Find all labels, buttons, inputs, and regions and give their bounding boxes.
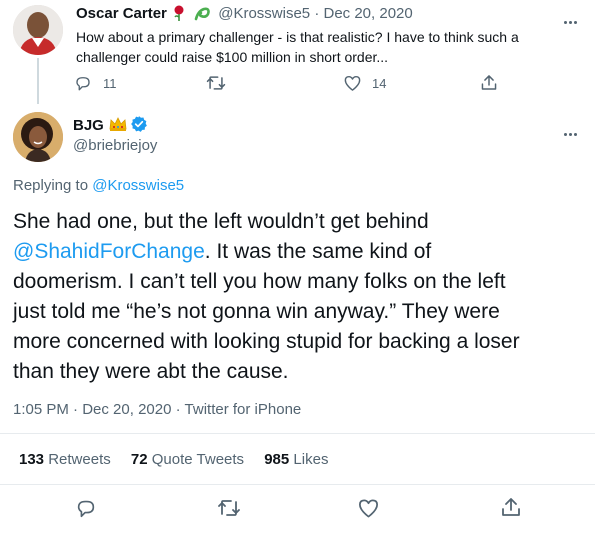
- likes-label: Likes: [293, 451, 329, 468]
- parent-avatar[interactable]: [13, 5, 63, 55]
- reply-icon: [77, 500, 95, 518]
- retweets-label: Retweets: [48, 451, 111, 468]
- tweet-body: She had one, but the left wouldn’t get b…: [13, 207, 520, 387]
- tweet-source[interactable]: Twitter for iPhone: [185, 401, 302, 418]
- parent-text: How about a primary challenger - is that…: [76, 27, 519, 67]
- share-button[interactable]: [500, 496, 522, 518]
- share-icon: [481, 75, 497, 90]
- more-icon: [564, 123, 579, 140]
- quotes-stat[interactable]: 72 Quote Tweets: [131, 451, 248, 468]
- parent-header: Oscar Carter @Krosswise5 · Dec 20, 2020: [76, 5, 413, 23]
- author-name[interactable]: BJG: [73, 117, 104, 135]
- retweets-stat[interactable]: 133 Retweets: [19, 451, 115, 468]
- parent-retweet-button[interactable]: [205, 74, 227, 92]
- tweet-body-line: She had one, but the left wouldn’t get b…: [13, 210, 429, 233]
- parent-date[interactable]: Dec 20, 2020: [324, 5, 413, 22]
- engagement-stats: 133 Retweets 72 Quote Tweets 985 Likes: [19, 451, 328, 469]
- parent-like-button[interactable]: 14: [343, 74, 386, 92]
- parent-more-button[interactable]: [564, 11, 584, 24]
- parent-separator: ·: [314, 5, 320, 22]
- parent-name-emojis: [174, 5, 214, 26]
- like-icon: [344, 75, 361, 91]
- parent-reply-button[interactable]: 11: [74, 74, 117, 92]
- share-icon: [502, 498, 520, 516]
- tweet-body-line: doomerism. I can’t tell you how many fol…: [13, 270, 506, 293]
- parent-reply-count: 11: [103, 75, 117, 91]
- author-handle[interactable]: @briebriejoy: [73, 137, 157, 155]
- like-icon: [359, 499, 378, 518]
- tweet-body-line: than they were abt the cause.: [13, 360, 289, 383]
- replying-to-link[interactable]: @Krosswise5: [92, 177, 184, 194]
- reply-button[interactable]: [75, 497, 97, 519]
- divider: [0, 433, 595, 434]
- author-name-row: BJG: [73, 115, 148, 138]
- retweet-icon: [218, 500, 240, 516]
- crown-icon: [109, 116, 127, 137]
- replying-to-label: Replying to: [13, 177, 89, 194]
- retweets-count: 133: [19, 451, 45, 468]
- likes-count: 985: [264, 451, 290, 468]
- more-icon: [564, 11, 579, 28]
- tweet-more-button[interactable]: [564, 123, 584, 136]
- divider: [0, 484, 595, 485]
- retweet-button[interactable]: [216, 498, 242, 518]
- parent-like-count: 14: [372, 75, 387, 91]
- tweet-date[interactable]: Dec 20, 2020: [82, 401, 171, 418]
- like-button[interactable]: [357, 497, 380, 519]
- tweet-body-line: just told me “he’s not gonna win anyway.…: [13, 300, 500, 323]
- mention-link[interactable]: @ShahidForChange: [13, 240, 205, 263]
- meta-separator: ·: [73, 401, 79, 418]
- reply-icon: [76, 77, 90, 91]
- tweet-time[interactable]: 1:05 PM: [13, 401, 69, 418]
- retweet-icon: [206, 76, 226, 90]
- quotes-label: Quote Tweets: [151, 451, 245, 468]
- replying-to: Replying to @Krosswise5: [13, 177, 184, 195]
- quotes-count: 72: [130, 451, 148, 468]
- parent-share-button[interactable]: [480, 73, 498, 92]
- rose-icon: [174, 5, 210, 21]
- shamrock-icon: [194, 7, 210, 21]
- author-avatar[interactable]: [13, 112, 63, 162]
- parent-text-line: challenger could raise $100 million in s…: [76, 49, 389, 65]
- tweet-body-line: more concerned with looking stupid for b…: [13, 330, 520, 353]
- likes-stat[interactable]: 985 Likes: [264, 451, 328, 468]
- meta-separator: ·: [175, 401, 181, 418]
- parent-avatar-image: [13, 5, 63, 55]
- parent-text-line: How about a primary challenger - is that…: [76, 29, 519, 45]
- verified-badge-icon: [130, 115, 148, 138]
- tweet-meta: 1:05 PM · Dec 20, 2020 · Twitter for iPh…: [13, 401, 301, 419]
- thread-line: [37, 58, 39, 104]
- tweet-body-text: . It was the same kind of: [204, 240, 432, 263]
- tweet-body-line: @ShahidForChange. It was the same kind o…: [13, 237, 520, 267]
- parent-handle[interactable]: @Krosswise5: [218, 5, 310, 22]
- author-avatar-image: [13, 112, 63, 162]
- parent-name[interactable]: Oscar Carter: [76, 5, 167, 22]
